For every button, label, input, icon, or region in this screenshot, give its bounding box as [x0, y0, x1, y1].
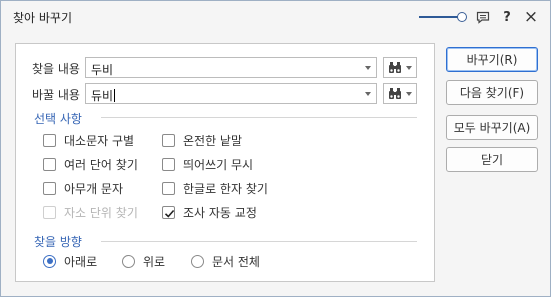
- options-divider: [101, 117, 417, 118]
- find-next-button[interactable]: 다음 찾기(F): [446, 80, 538, 105]
- close-button[interactable]: 닫기: [446, 147, 538, 172]
- option-label: 자소 단위 찾기: [64, 205, 138, 220]
- find-replace-dialog: 찾아 바꾸기 ? × 찾을 내용 두비 바꿀 내용 듀비 선택 사항 대소문자 …: [0, 0, 551, 297]
- radio-button[interactable]: [191, 254, 204, 268]
- help-icon[interactable]: ?: [498, 8, 516, 26]
- find-label: 찾을 내용: [32, 62, 80, 76]
- option-jaso-search: 자소 단위 찾기: [43, 204, 138, 220]
- option-checkbox[interactable]: [162, 181, 175, 195]
- option-checkbox[interactable]: [162, 205, 175, 219]
- replace-label: 바꿀 내용: [32, 88, 80, 102]
- option-checkbox[interactable]: [162, 133, 175, 147]
- find-input[interactable]: 두비: [85, 57, 377, 78]
- binoculars-icon: [388, 87, 402, 103]
- replace-options-button[interactable]: [383, 83, 417, 104]
- chevron-down-icon: [406, 66, 412, 70]
- direction-divider: [101, 241, 417, 242]
- options-section-title: 선택 사항: [34, 112, 82, 126]
- binoculars-icon: [388, 61, 402, 77]
- close-icon[interactable]: ×: [522, 7, 540, 27]
- find-value: 두비: [91, 63, 114, 77]
- direction-up[interactable]: 위로: [122, 253, 165, 269]
- option-label: 대소문자 구별: [64, 133, 135, 148]
- option-label: 조사 자동 교정: [183, 205, 257, 220]
- option-ignore-spacing[interactable]: 띄어쓰기 무시: [162, 156, 253, 172]
- direction-section-title: 찾을 방향: [34, 235, 82, 249]
- find-options-button[interactable]: [383, 57, 417, 78]
- option-whole-word[interactable]: 온전한 낱말: [162, 132, 242, 148]
- chevron-down-icon: [406, 92, 412, 96]
- title-bar: 찾아 바꾸기 ? ×: [1, 1, 550, 33]
- replace-all-button[interactable]: 모두 바꾸기(A): [446, 115, 538, 140]
- option-label: 여러 단어 찾기: [64, 157, 138, 172]
- option-checkbox[interactable]: [43, 157, 56, 171]
- option-checkbox[interactable]: [43, 133, 56, 147]
- option-checkbox[interactable]: [162, 157, 175, 171]
- opacity-slider[interactable]: [419, 12, 467, 22]
- option-label: 띄어쓰기 무시: [183, 157, 254, 172]
- option-label: 한글로 한자 찾기: [183, 181, 268, 196]
- opacity-slider-knob[interactable]: [457, 12, 467, 22]
- option-auto-particle[interactable]: 조사 자동 교정: [162, 204, 257, 220]
- option-label: 온전한 낱말: [183, 133, 243, 148]
- replace-value: 듀비: [91, 89, 114, 103]
- find-dropdown-arrow-icon[interactable]: [365, 66, 371, 70]
- replace-button[interactable]: 바꾸기(R): [446, 47, 538, 72]
- replace-input[interactable]: 듀비: [85, 83, 377, 104]
- text-caret: [114, 89, 116, 102]
- direction-label: 문서 전체: [212, 254, 260, 269]
- option-checkbox[interactable]: [43, 181, 56, 195]
- replace-dropdown-arrow-icon[interactable]: [365, 92, 371, 96]
- radio-button[interactable]: [43, 254, 56, 268]
- radio-button[interactable]: [122, 254, 135, 268]
- comment-icon[interactable]: [474, 8, 492, 26]
- option-hanja-search[interactable]: 한글로 한자 찾기: [162, 180, 268, 196]
- option-match-case[interactable]: 대소문자 구별: [43, 132, 134, 148]
- title-controls: ? ×: [419, 7, 540, 27]
- radio-dot: [46, 258, 53, 264]
- direction-label: 위로: [143, 254, 166, 269]
- option-checkbox: [43, 205, 56, 219]
- direction-label: 아래로: [64, 254, 98, 269]
- option-wildcard[interactable]: 아무개 문자: [43, 180, 123, 196]
- direction-down[interactable]: 아래로: [43, 253, 97, 269]
- checkmark-icon: [164, 209, 175, 218]
- window-title: 찾아 바꾸기: [13, 11, 73, 25]
- option-multi-word[interactable]: 여러 단어 찾기: [43, 156, 138, 172]
- direction-whole-document[interactable]: 문서 전체: [191, 253, 260, 269]
- option-label: 아무개 문자: [64, 181, 124, 196]
